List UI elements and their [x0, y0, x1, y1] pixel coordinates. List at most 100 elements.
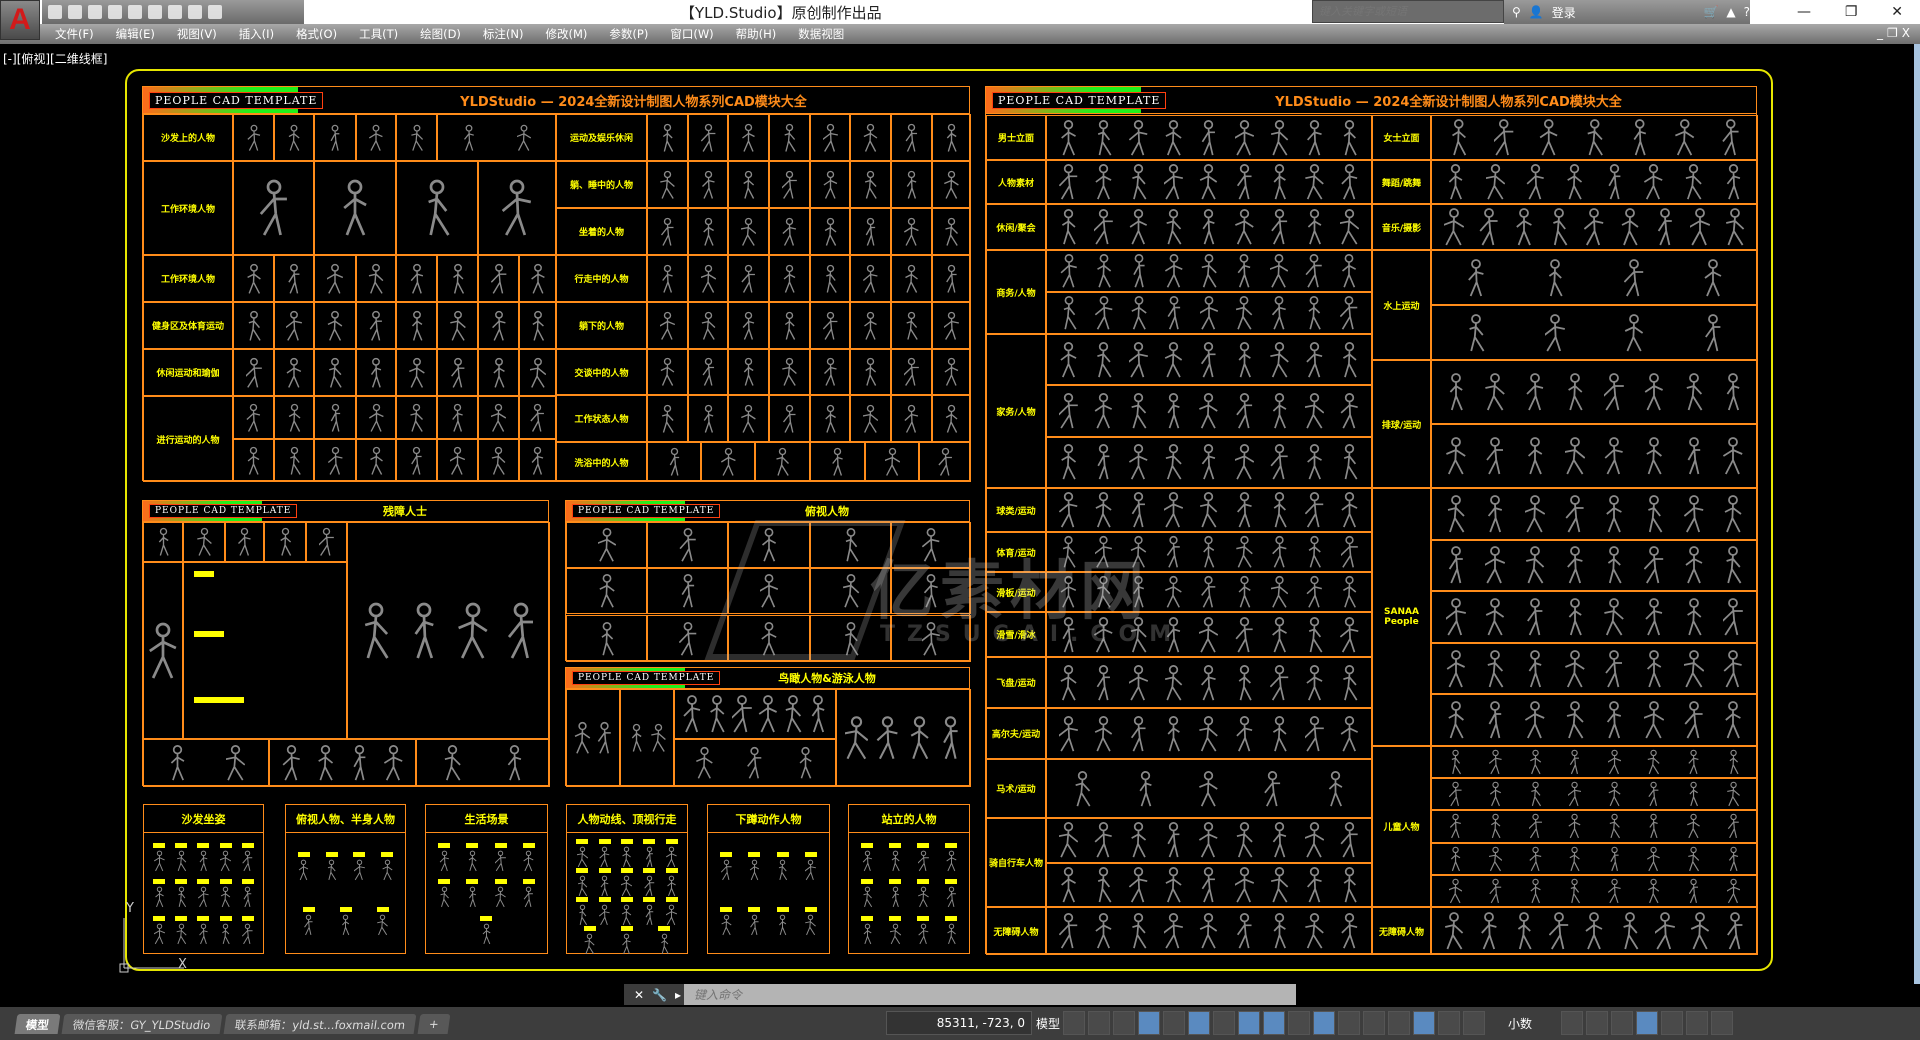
figure-cell[interactable]	[932, 302, 971, 349]
figure-cell[interactable]	[728, 255, 769, 302]
figure-cell[interactable]	[519, 255, 556, 302]
figure-area[interactable]	[712, 839, 825, 949]
figure-cell[interactable]	[274, 114, 314, 161]
polar-icon[interactable]	[1188, 1011, 1211, 1035]
figure-cell[interactable]	[810, 255, 850, 302]
figure-cell[interactable]	[810, 114, 850, 161]
layout-tab[interactable]: 微信客服：GY_YLDStudio	[61, 1013, 222, 1034]
figure-cell[interactable]	[566, 689, 620, 787]
figure-cell[interactable]	[769, 302, 810, 349]
isodraft-icon[interactable]	[1213, 1011, 1236, 1035]
annotation-visibility-icon[interactable]	[1413, 1011, 1436, 1035]
figure-cell[interactable]	[647, 395, 688, 442]
figure-cell[interactable]	[233, 255, 274, 302]
customize-icon[interactable]	[1711, 1011, 1734, 1035]
figure-cell[interactable]	[688, 349, 728, 395]
figure-cell[interactable]	[688, 395, 728, 442]
figure-cell[interactable]	[519, 349, 556, 396]
figure-cell[interactable]	[1046, 862, 1372, 907]
figure-cell[interactable]	[396, 114, 437, 161]
figure-cell[interactable]	[1431, 778, 1758, 811]
figure-cell[interactable]	[437, 114, 556, 161]
figure-cell[interactable]	[478, 396, 519, 439]
workspace-gear-icon[interactable]	[1463, 1011, 1486, 1035]
figure-cell[interactable]	[1046, 385, 1372, 437]
figure-cell[interactable]	[647, 302, 688, 349]
figure-cell[interactable]	[932, 161, 971, 208]
add-layout-button[interactable]: +	[417, 1013, 450, 1034]
figure-cell[interactable]	[620, 689, 674, 787]
menu-item[interactable]: 标注(N)	[483, 26, 524, 42]
figure-cell[interactable]	[314, 349, 356, 396]
figure-cell[interactable]	[416, 739, 550, 787]
figure-cell[interactable]	[396, 439, 437, 482]
figure-cell[interactable]	[810, 349, 850, 395]
figure-cell[interactable]	[647, 522, 728, 568]
figure-cell[interactable]	[478, 349, 519, 396]
figure-cell[interactable]	[647, 208, 688, 255]
figure-cell[interactable]	[225, 522, 264, 562]
figure-cell[interactable]	[356, 255, 396, 302]
figure-cell[interactable]	[850, 161, 891, 208]
grid-icon[interactable]	[1063, 1011, 1086, 1035]
figure-cell[interactable]	[183, 562, 347, 739]
figure-cell[interactable]	[396, 396, 437, 439]
menu-item[interactable]: 帮助(H)	[736, 26, 777, 42]
figure-cell[interactable]	[143, 739, 269, 787]
menu-item[interactable]: 绘图(D)	[420, 26, 461, 42]
figure-cell[interactable]	[810, 208, 850, 255]
snap-icon[interactable]	[1088, 1011, 1111, 1035]
figure-cell[interactable]	[1431, 642, 1758, 695]
viewport-label[interactable]: [-][俯视][二维线框]	[3, 50, 107, 67]
figure-cell[interactable]	[769, 114, 810, 161]
figure-cell[interactable]	[891, 255, 932, 302]
figure-cell[interactable]	[810, 161, 850, 208]
search-input[interactable]	[1312, 0, 1504, 23]
figure-cell[interactable]	[356, 439, 396, 482]
menu-item[interactable]: 文件(F)	[55, 26, 94, 42]
figure-cell[interactable]	[274, 302, 314, 349]
figure-cell[interactable]	[1431, 305, 1758, 360]
figure-cell[interactable]	[314, 161, 396, 255]
figure-cell[interactable]	[932, 255, 971, 302]
figure-cell[interactable]	[437, 302, 478, 349]
figure-cell[interactable]	[891, 395, 932, 442]
figure-cell[interactable]	[233, 302, 274, 349]
binoculars-icon[interactable]: ⚲	[1512, 5, 1521, 19]
figure-cell[interactable]	[674, 739, 836, 787]
figure-cell[interactable]	[932, 114, 971, 161]
document-controls[interactable]: _❐X	[1877, 26, 1914, 40]
menu-item[interactable]: 编辑(E)	[116, 26, 155, 42]
figure-cell[interactable]	[396, 161, 478, 255]
figure-cell[interactable]	[891, 349, 932, 395]
figure-cell[interactable]	[314, 396, 356, 439]
figure-cell[interactable]	[769, 161, 810, 208]
figure-cell[interactable]	[566, 522, 647, 568]
figure-cell[interactable]	[1046, 334, 1372, 386]
figure-cell[interactable]	[688, 208, 728, 255]
figure-cell[interactable]	[314, 439, 356, 482]
lineweight-icon[interactable]	[1288, 1011, 1311, 1035]
menu-item[interactable]: 工具(T)	[359, 26, 398, 42]
figure-cell[interactable]	[755, 442, 810, 482]
figure-cell[interactable]	[1046, 708, 1372, 759]
figure-cell[interactable]	[356, 114, 396, 161]
figure-cell[interactable]	[647, 349, 688, 395]
figure-cell[interactable]	[688, 255, 728, 302]
figure-cell[interactable]	[269, 739, 416, 787]
app-menu-button[interactable]: A	[0, 0, 40, 40]
figure-cell[interactable]	[850, 302, 891, 349]
undo-icon[interactable]	[188, 5, 202, 19]
figure-cell[interactable]	[306, 522, 347, 562]
figure-cell[interactable]	[769, 349, 810, 395]
figure-cell[interactable]	[566, 615, 647, 662]
object-snap-icon[interactable]	[1263, 1011, 1286, 1035]
menu-item[interactable]: 视图(V)	[177, 26, 217, 42]
figure-cell[interactable]	[437, 396, 478, 439]
redo-icon[interactable]	[208, 5, 222, 19]
figure-cell[interactable]	[810, 302, 850, 349]
figure-cell[interactable]	[1431, 250, 1758, 305]
figure-cell[interactable]	[233, 396, 274, 439]
open-icon[interactable]	[68, 5, 82, 19]
publish-icon[interactable]	[128, 5, 142, 19]
